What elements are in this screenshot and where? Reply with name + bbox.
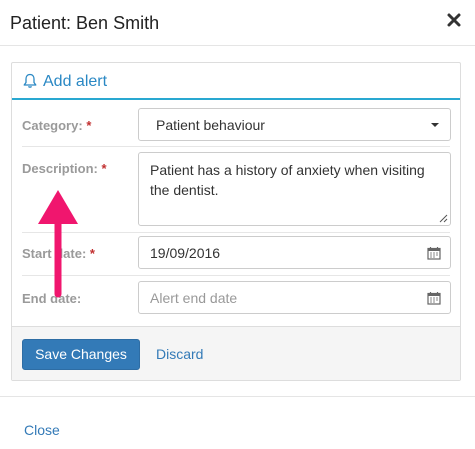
bell-icon xyxy=(23,73,37,88)
end-date-placeholder: Alert end date xyxy=(150,290,238,306)
panel-footer: Save Changes Discard xyxy=(12,326,460,380)
panel-heading: Add alert xyxy=(12,63,460,100)
footer-divider xyxy=(0,396,475,397)
description-text: Patient has a history of anxiety when vi… xyxy=(150,162,425,198)
description-row: Description: * Patient has a history of … xyxy=(12,152,460,232)
end-date-label: End date: xyxy=(22,291,82,306)
close-x-icon[interactable] xyxy=(446,12,462,28)
resize-grip-icon[interactable] xyxy=(439,214,448,223)
required-mark: * xyxy=(89,246,95,261)
chevron-down-icon xyxy=(431,123,439,127)
row-divider xyxy=(22,146,450,147)
start-date-label: Start date: * xyxy=(22,246,95,261)
close-link[interactable]: Close xyxy=(24,422,60,438)
calendar-icon[interactable] xyxy=(427,246,441,260)
description-label: Description: * xyxy=(22,161,107,176)
panel-title: Add alert xyxy=(43,73,108,90)
calendar-icon[interactable] xyxy=(427,291,441,305)
save-changes-button[interactable]: Save Changes xyxy=(22,339,140,370)
required-mark: * xyxy=(86,118,92,133)
description-label-text: Description: xyxy=(22,161,98,176)
category-select[interactable]: Patient behaviour xyxy=(138,108,451,141)
add-alert-panel: Add alert Category: * Patient behaviour … xyxy=(11,62,461,381)
start-date-input[interactable]: 19/09/2016 xyxy=(138,236,451,269)
modal-header: Patient: Ben Smith xyxy=(0,0,475,46)
start-date-value: 19/09/2016 xyxy=(150,245,221,261)
modal-title: Patient: Ben Smith xyxy=(10,13,160,33)
start-date-label-text: Start date: xyxy=(22,246,87,261)
end-date-row: End date: Alert end date xyxy=(12,281,460,321)
start-date-row: Start date: * 19/09/2016 xyxy=(12,236,460,276)
required-mark: * xyxy=(101,161,107,176)
row-divider xyxy=(22,232,450,233)
category-select-value: Patient behaviour xyxy=(156,117,265,133)
category-label: Category: * xyxy=(22,118,91,133)
description-textarea[interactable]: Patient has a history of anxiety when vi… xyxy=(138,152,451,226)
category-label-text: Category: xyxy=(22,118,83,133)
end-date-input[interactable]: Alert end date xyxy=(138,281,451,314)
row-divider xyxy=(22,275,450,276)
discard-link[interactable]: Discard xyxy=(156,346,203,362)
